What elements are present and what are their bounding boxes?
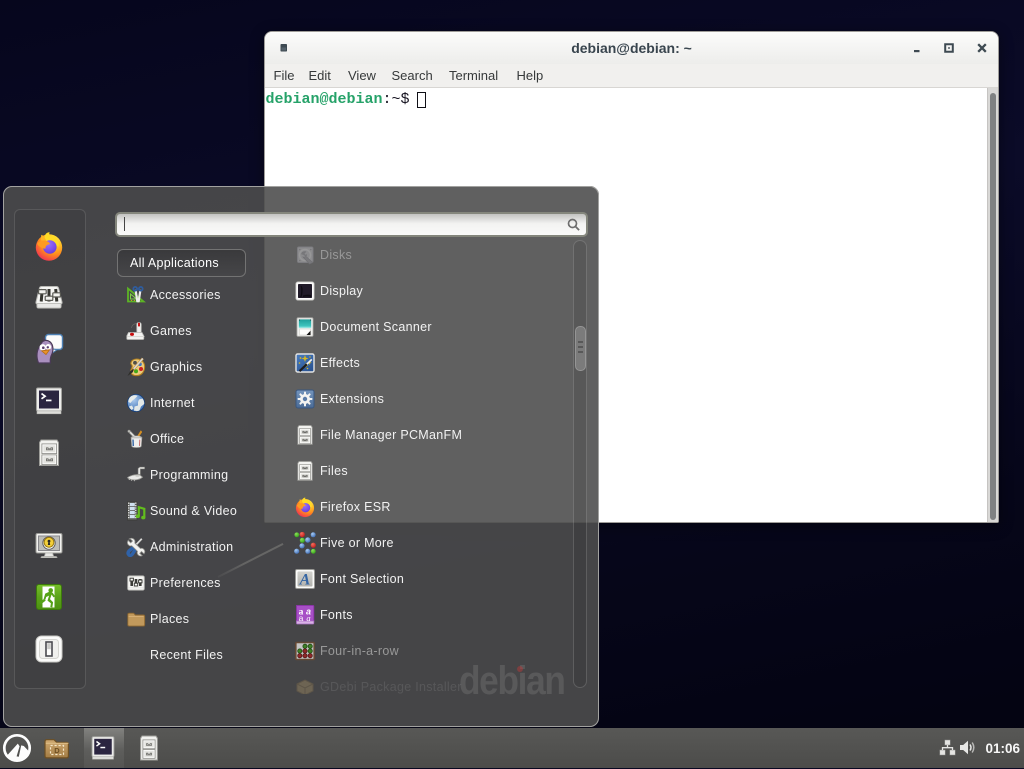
svg-text:D: D: [54, 746, 60, 755]
